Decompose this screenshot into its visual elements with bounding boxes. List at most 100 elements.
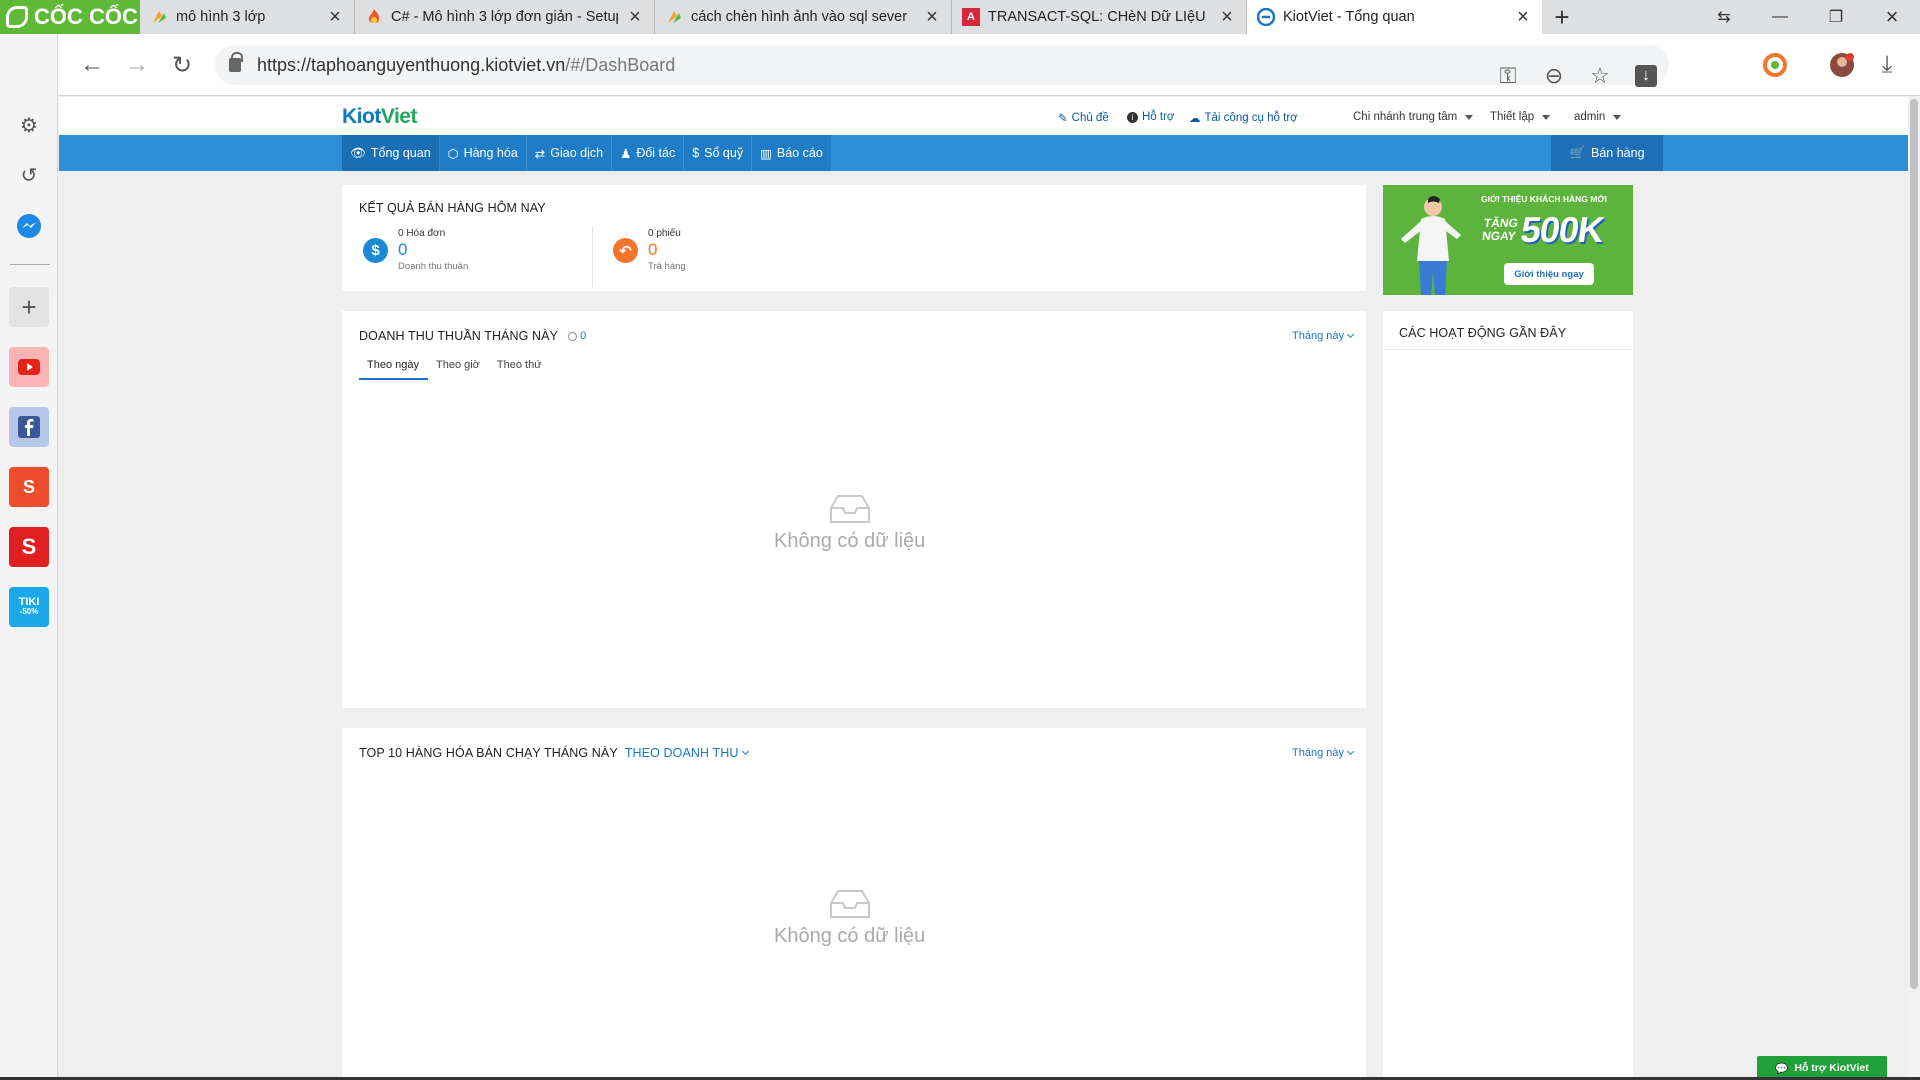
tiki-icon[interactable]: TIKI -50% xyxy=(9,587,49,627)
top10-by-dropdown[interactable]: THEO DOANH THU xyxy=(625,746,749,760)
support-link[interactable]: i Hỗ trợ xyxy=(1127,111,1174,123)
circle-icon xyxy=(568,331,578,341)
settings-dropdown[interactable]: Thiết lập xyxy=(1490,111,1551,123)
sales-today-title: KẾT QUẢ BÁN HÀNG HÔM NAY xyxy=(359,201,546,215)
info-icon: i xyxy=(1127,111,1138,123)
promo-amount-block: TẶNG NGAY 500K xyxy=(1481,209,1606,251)
chevron-down-icon xyxy=(1542,114,1551,120)
tab-kiotviet-tong-quan[interactable]: KiotViet - Tổng quan × xyxy=(1247,0,1542,34)
sell-button[interactable]: 🛒 Bán hàng xyxy=(1551,135,1663,171)
tab-mo-hinh-3-lop[interactable]: mô hình 3 lớp × xyxy=(140,0,355,34)
bookmark-star-icon[interactable]: ☆ xyxy=(1577,55,1623,97)
tab-csharp-3-lop[interactable]: C# - Mô hình 3 lớp đơn giản - Setup × xyxy=(355,0,655,34)
menu-bao-cao[interactable]: ▥ Báo cáo xyxy=(752,135,831,171)
theme-link[interactable]: ✎ Chủ đề xyxy=(1058,111,1109,125)
cloud-download-icon: ☁ xyxy=(1189,113,1201,125)
tab-theo-ngay[interactable]: Theo ngày xyxy=(359,359,428,380)
recent-activity-panel: CÁC HOẠT ĐỘNG GẦN ĐÂY xyxy=(1383,311,1633,1080)
close-icon[interactable]: × xyxy=(1218,6,1236,29)
chevron-down-icon xyxy=(1613,114,1622,120)
scrollbar-thumb[interactable] xyxy=(1910,99,1918,989)
coccoc-logo[interactable]: CỐC CỐC xyxy=(0,0,140,34)
restore-icon[interactable]: ❐ xyxy=(1808,0,1864,34)
messenger-icon[interactable] xyxy=(9,206,49,246)
page-scrollbar[interactable] xyxy=(1908,97,1920,1080)
revenue-period-dropdown[interactable]: Tháng này xyxy=(1292,330,1355,342)
key-icon[interactable]: ⚿ xyxy=(1485,55,1531,97)
youtube-icon[interactable] xyxy=(9,347,49,387)
user-label: admin xyxy=(1574,111,1606,123)
branch-label: Chi nhánh trung tâm xyxy=(1353,111,1458,123)
tab-chen-hinh-anh[interactable]: cách chèn hình ảnh vào sql sever × xyxy=(655,0,952,34)
tiki-label: TIKI xyxy=(18,596,40,608)
forward-icon[interactable]: → xyxy=(123,51,151,79)
top10-title-text: TOP 10 HÀNG HÓA BÁN CHẠY THÁNG NÀY xyxy=(359,746,618,760)
referral-promo-banner[interactable]: GIỚI THIỆU KHÁCH HÀNG MỚI TẶNG NGAY 500K … xyxy=(1383,185,1633,295)
menu-hang-hoa[interactable]: ⬡ Hàng hóa xyxy=(440,135,527,171)
revenue-panel: DOANH THU THUẦN THÁNG NÀY 0 Tháng này Th… xyxy=(342,311,1366,708)
download-tools-link[interactable]: ☁ Tải công cụ hỗ trợ xyxy=(1189,111,1298,125)
tab-theo-gio[interactable]: Theo giờ xyxy=(428,359,489,380)
history-icon[interactable]: ↺ xyxy=(9,155,49,195)
close-icon[interactable]: × xyxy=(923,6,941,29)
sendo-icon[interactable]: S xyxy=(9,527,49,567)
minimize-icon[interactable]: — xyxy=(1752,0,1808,34)
kiotviet-logo[interactable]: KiotViet xyxy=(342,105,417,129)
add-icon[interactable]: + xyxy=(9,287,49,327)
new-tab-button[interactable]: + xyxy=(1542,0,1582,34)
close-icon[interactable]: × xyxy=(626,6,644,29)
close-window-icon[interactable]: × xyxy=(1864,0,1920,34)
close-icon[interactable]: × xyxy=(1514,6,1532,29)
downloads-icon[interactable]: ⤓ xyxy=(1873,51,1901,79)
zoom-out-icon[interactable]: ⊖ xyxy=(1531,55,1577,97)
top10-period-dropdown[interactable]: Tháng này xyxy=(1292,747,1355,759)
browser-tab-bar: CỐC CỐC mô hình 3 lớp × C# - Mô hình 3 l… xyxy=(0,0,1920,34)
shopee-icon[interactable]: S xyxy=(9,467,49,507)
bar-chart-icon: ▥ xyxy=(760,146,772,161)
revenue-title: DOANH THU THUẦN THÁNG NÀY 0 xyxy=(359,329,586,343)
tab-search-icon[interactable]: ⇆ xyxy=(1696,0,1752,34)
menu-doi-tac[interactable]: ♟ Đối tác xyxy=(612,135,685,171)
url-text[interactable]: https://taphoanguyenthuong.kiotviet.vn/#… xyxy=(257,55,675,76)
menu-label: Hàng hóa xyxy=(463,146,518,160)
reload-icon[interactable]: ↻ xyxy=(168,51,196,79)
branch-dropdown[interactable]: Chi nhánh trung tâm xyxy=(1353,111,1474,123)
tab-theo-thu[interactable]: Theo thứ xyxy=(489,359,551,380)
tab-transact-sql[interactable]: A TRANSACT-SQL: CHèN Dữ LIệU HÌNH ẢNH × xyxy=(952,0,1247,34)
settings-icon[interactable]: ⚙ xyxy=(9,105,49,145)
facebook-icon[interactable] xyxy=(9,407,49,447)
inbox-icon xyxy=(829,495,870,523)
url-bar[interactable]: https://taphoanguyenthuong.kiotviet.vn/#… xyxy=(215,45,1669,88)
address-toolbar: ▣ ← → ↻ https://taphoanguyenthuong.kiotv… xyxy=(0,34,1920,96)
menu-so-quy[interactable]: $ Sổ quỹ xyxy=(684,135,753,171)
coccoc-extension-icon[interactable] xyxy=(1761,51,1789,79)
user-dropdown[interactable]: admin xyxy=(1574,111,1622,123)
kv-main-nav: 👁 Tổng quan ⬡ Hàng hóa ⇄ Giao dịch ♟ Đối tác… xyxy=(59,135,1908,171)
close-icon[interactable]: × xyxy=(326,6,344,29)
returns-sub: Trả hàng xyxy=(648,261,686,272)
url-path: /#/DashBoard xyxy=(565,54,676,75)
tab-title: cách chèn hình ảnh vào sql sever xyxy=(691,9,908,25)
promo-cta-button[interactable]: Giới thiệu ngay xyxy=(1504,263,1594,285)
avatar[interactable] xyxy=(1828,51,1856,79)
tiki-badge: -50% xyxy=(19,607,39,616)
support-chat-label: Hỗ trợ KiotViet xyxy=(1794,1062,1869,1074)
window-controls: ⇆ — ❐ × xyxy=(1696,0,1920,34)
cube-icon: ⬡ xyxy=(447,146,459,161)
returns-label: 0 phiếu xyxy=(648,228,681,239)
period-label: Tháng này xyxy=(1292,330,1344,342)
download-page-icon[interactable]: ↓ xyxy=(1623,55,1669,97)
menu-giao-dich[interactable]: ⇄ Giao dịch xyxy=(527,135,613,171)
url-host: https://taphoanguyenthuong.kiotviet.vn xyxy=(257,54,566,75)
person-icon: ♟ xyxy=(620,146,632,161)
revenue-title-text: DOANH THU THUẦN THÁNG NÀY xyxy=(359,329,559,343)
activity-divider xyxy=(1383,349,1633,350)
returns-stat[interactable]: ↶ 0 phiếu 0 Trả hàng xyxy=(613,228,686,272)
invoices-stat[interactable]: $ 0 Hóa đơn 0 Doanh thu thuần xyxy=(363,228,468,272)
menu-label: Giao dịch xyxy=(550,146,604,160)
brush-icon: ✎ xyxy=(1058,113,1068,125)
revenue-tabs: Theo ngày Theo giờ Theo thứ xyxy=(359,359,551,380)
back-icon[interactable]: ← xyxy=(78,51,106,79)
top10-title: TOP 10 HÀNG HÓA BÁN CHẠY THÁNG NÀY THEO … xyxy=(359,746,749,760)
menu-tong-quan[interactable]: 👁 Tổng quan xyxy=(342,135,440,171)
